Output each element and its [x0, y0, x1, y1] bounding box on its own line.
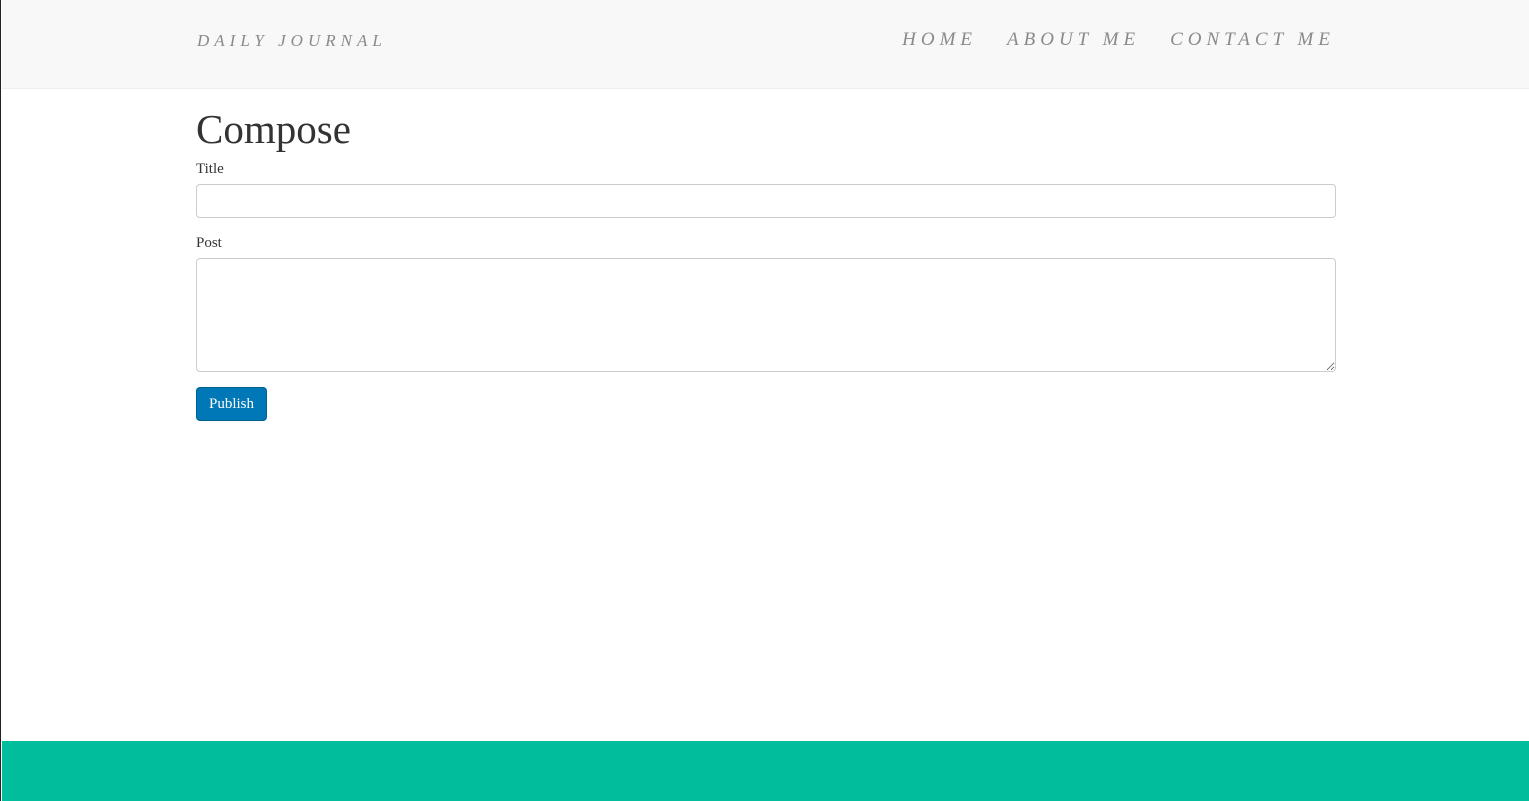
nav-link-contact-me[interactable]: CONTACT ME — [1170, 29, 1335, 51]
page-title: Compose — [196, 106, 351, 152]
nav-link-about-me[interactable]: ABOUT ME — [1007, 29, 1140, 51]
title-input[interactable] — [196, 184, 1336, 218]
nav-link-home[interactable]: HOME — [902, 29, 977, 51]
compose-form: Title Post Publish — [196, 160, 1336, 421]
navbar: DAILY JOURNAL HOME ABOUT ME CONTACT ME — [2, 0, 1529, 89]
compose-container: Compose Title Post Publish — [196, 104, 1336, 421]
nav-links: HOME ABOUT ME CONTACT ME — [902, 29, 1335, 51]
publish-button[interactable]: Publish — [196, 387, 268, 421]
post-label: Post — [196, 235, 222, 251]
post-textarea[interactable] — [196, 258, 1336, 372]
footer — [2, 741, 1529, 801]
brand-link[interactable]: DAILY JOURNAL — [197, 31, 387, 51]
title-label: Title — [196, 161, 224, 177]
